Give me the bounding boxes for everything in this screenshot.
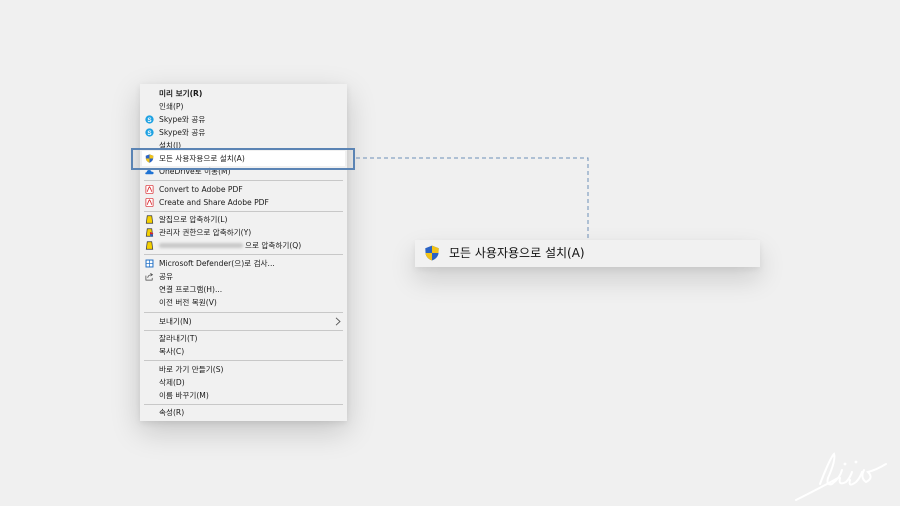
menu-item-share[interactable]: 공유	[140, 270, 347, 283]
menu-item-label: 바로 가기 만들기(S)	[159, 365, 224, 374]
menu-item-label: 삭제(D)	[159, 378, 185, 387]
menu-item-send-to[interactable]: 보내기(N)	[140, 315, 347, 328]
menu-item-skype-share-2[interactable]: S Skype와 공유	[140, 126, 347, 139]
menu-item-label: 복사(C)	[159, 347, 185, 356]
menu-item-skype-share-1[interactable]: S Skype와 공유	[140, 113, 347, 126]
menu-item-alzip-compress-named[interactable]: 으로 압축하기(Q)	[140, 239, 347, 252]
menu-item-label: Convert to Adobe PDF	[159, 185, 243, 194]
menu-separator	[144, 211, 343, 212]
menu-separator	[144, 312, 343, 313]
alzip-icon	[145, 215, 154, 224]
menu-item-label: 인쇄(P)	[159, 102, 184, 111]
menu-separator	[144, 360, 343, 361]
signature-watermark	[795, 452, 887, 501]
menu-item-open-with[interactable]: 연결 프로그램(H)...	[140, 283, 347, 296]
menu-item-label: Microsoft Defender(으)로 검사...	[159, 259, 275, 268]
menu-item-label: Skype와 공유	[159, 115, 206, 124]
menu-item-label: 이름 바꾸기(M)	[159, 391, 209, 400]
menu-item-delete[interactable]: 삭제(D)	[140, 376, 347, 389]
alzip-admin-icon	[145, 228, 154, 237]
context-menu: 미리 보기(R) 인쇄(P) S Skype와 공유 S Skype와 공유 설…	[140, 84, 347, 421]
menu-item-label: Skype와 공유	[159, 128, 206, 137]
menu-item-defender-scan[interactable]: Microsoft Defender(으)로 검사...	[140, 257, 347, 270]
zoom-callout: 모든 사용자용으로 설치(A)	[415, 240, 760, 267]
chevron-right-icon	[335, 317, 341, 326]
svg-text:S: S	[147, 117, 151, 124]
skype-icon: S	[145, 128, 154, 137]
menu-item-label: 관리자 권한으로 압축하기(Y)	[159, 228, 252, 237]
menu-item-alzip-compress[interactable]: 알집으로 압축하기(L)	[140, 213, 347, 226]
zoom-callout-label: 모든 사용자용으로 설치(A)	[449, 246, 585, 260]
menu-item-rename[interactable]: 이름 바꾸기(M)	[140, 389, 347, 402]
menu-item-label: 잘라내기(T)	[159, 334, 198, 343]
menu-item-label: 으로 압축하기(Q)	[245, 241, 302, 250]
menu-item-cut[interactable]: 잘라내기(T)	[140, 332, 347, 345]
menu-item-label: 연결 프로그램(H)...	[159, 285, 223, 294]
menu-separator	[144, 254, 343, 255]
menu-item-properties[interactable]: 속성(R)	[140, 406, 347, 419]
menu-item-label: 속성(R)	[159, 408, 185, 417]
adobe-pdf-icon	[145, 185, 154, 194]
defender-icon	[145, 259, 154, 268]
share-icon	[145, 273, 154, 281]
menu-item-alzip-admin-compress[interactable]: 관리자 권한으로 압축하기(Y)	[140, 226, 347, 239]
menu-item-copy[interactable]: 복사(C)	[140, 345, 347, 358]
svg-text:S: S	[147, 130, 151, 137]
menu-item-label: 공유	[159, 272, 173, 281]
alzip-icon	[145, 241, 154, 250]
menu-separator	[144, 404, 343, 405]
menu-item-label: 보내기(N)	[159, 317, 192, 326]
menu-item-convert-adobe-pdf[interactable]: Convert to Adobe PDF	[140, 183, 347, 196]
menu-item-label: 알집으로 압축하기(L)	[159, 215, 228, 224]
highlight-frame	[131, 148, 355, 170]
menu-item-restore-previous[interactable]: 이전 버전 복원(V)	[140, 296, 347, 309]
menu-item-label: 이전 버전 복원(V)	[159, 298, 217, 307]
menu-separator	[144, 330, 343, 331]
menu-item-label: 미리 보기(R)	[159, 89, 203, 98]
skype-icon: S	[145, 115, 154, 124]
menu-separator	[144, 180, 343, 181]
menu-item-label: Create and Share Adobe PDF	[159, 198, 269, 207]
menu-item-create-shortcut[interactable]: 바로 가기 만들기(S)	[140, 363, 347, 376]
menu-item-print[interactable]: 인쇄(P)	[140, 100, 347, 113]
menu-item-preview[interactable]: 미리 보기(R)	[140, 87, 347, 100]
adobe-pdf-icon	[145, 198, 154, 207]
uac-shield-icon	[425, 245, 439, 261]
blurred-filename	[159, 243, 243, 248]
menu-item-create-share-adobe-pdf[interactable]: Create and Share Adobe PDF	[140, 196, 347, 209]
